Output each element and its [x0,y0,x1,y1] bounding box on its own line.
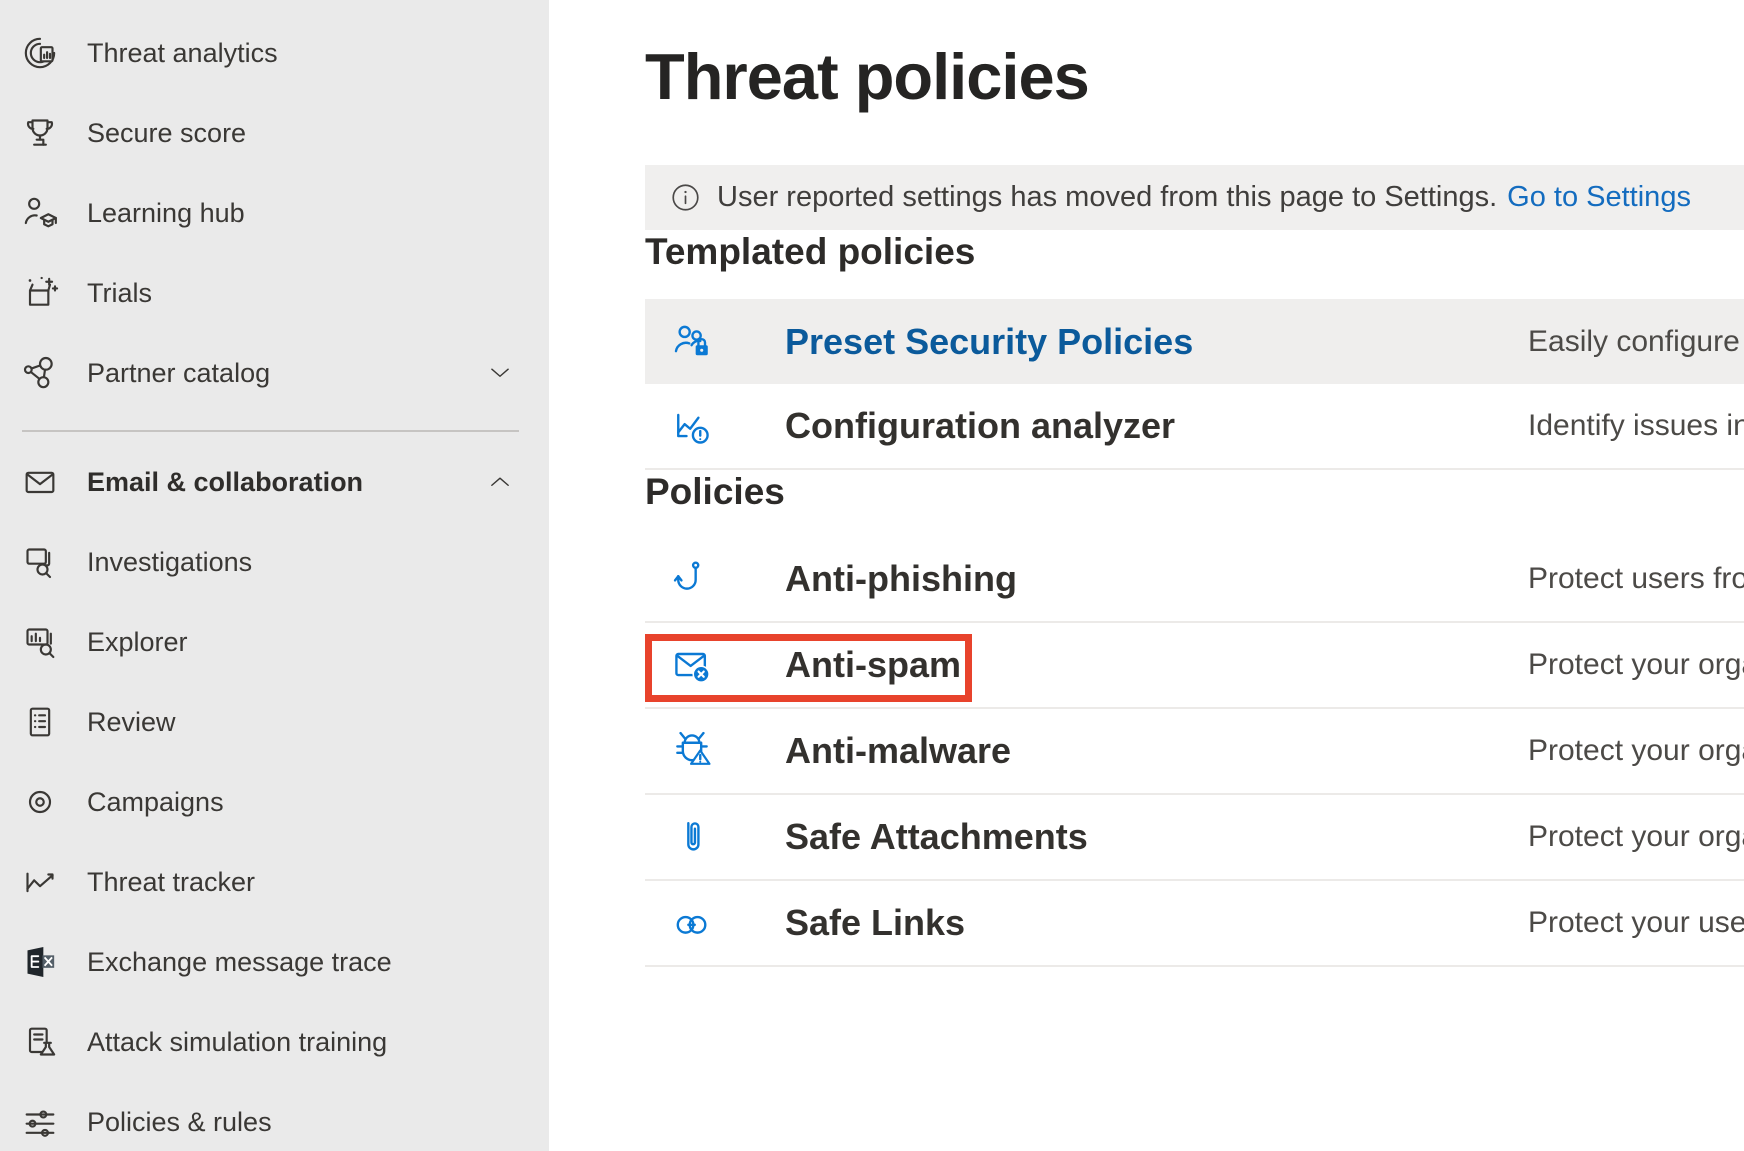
anti-phishing-link[interactable]: Anti-phishing [785,558,1017,600]
partner-catalog-icon [20,353,60,393]
sidebar-item-label: Review [87,707,176,738]
policies-list: Anti-phishing Protect users from p Anti-… [645,537,1744,967]
attack-simulation-icon [20,1022,60,1062]
sidebar-item-email-collaboration[interactable]: Email & collaboration [0,442,549,522]
safe-attachments-link[interactable]: Safe Attachments [785,816,1088,858]
threat-tracker-icon [20,862,60,902]
anti-malware-icon [670,729,714,773]
sidebar-item-explorer[interactable]: Explorer [0,602,549,682]
threat-analytics-icon [20,33,60,73]
row-anti-malware[interactable]: Anti-malware Protect your organiz [645,709,1744,795]
row-safe-attachments[interactable]: Safe Attachments Protect your organiz [645,795,1744,881]
sidebar-item-label: Threat analytics [87,38,278,69]
sidebar-item-label: Campaigns [87,787,224,818]
anti-malware-link[interactable]: Anti-malware [785,730,1011,772]
policies-heading: Policies [645,470,1744,514]
sidebar-item-label: Trials [87,278,152,309]
sidebar: Threat analytics Secure score Learning h… [0,0,549,1151]
row-anti-spam[interactable]: Anti-spam Protect your organiz [645,623,1744,709]
templated-policies-list: Preset Security Policies Easily configur… [645,299,1744,470]
email-icon [20,462,60,502]
sidebar-item-attack-simulation-training[interactable]: Attack simulation training [0,1002,549,1082]
sidebar-item-learning-hub[interactable]: Learning hub [0,173,549,253]
learning-hub-icon [20,193,60,233]
safe-links-icon [670,901,714,945]
investigations-icon [20,542,60,582]
sidebar-item-label: Secure score [87,118,246,149]
row-description: Protect your organiz [1528,734,1744,768]
sidebar-item-partner-catalog[interactable]: Partner catalog [0,333,549,413]
sidebar-item-secure-score[interactable]: Secure score [0,93,549,173]
row-safe-links[interactable]: Safe Links Protect your users fr [645,881,1744,967]
chevron-up-icon[interactable] [487,469,513,495]
banner-message: User reported settings has moved from th… [717,181,1497,214]
safe-links-link[interactable]: Safe Links [785,902,965,944]
trophy-icon [20,113,60,153]
info-banner: User reported settings has moved from th… [645,165,1744,230]
sidebar-item-label: Policies & rules [87,1107,272,1138]
sidebar-item-label: Partner catalog [87,358,270,389]
row-description: Identify issues in you [1528,409,1744,443]
templated-policies-heading: Templated policies [645,230,1744,274]
campaigns-icon [20,782,60,822]
row-description: Protect your organiz [1528,820,1744,854]
sidebar-item-label: Investigations [87,547,252,578]
anti-phishing-icon [670,557,714,601]
sidebar-item-label: Email & collaboration [87,467,363,498]
sidebar-item-exchange-message-trace[interactable]: Exchange message trace [0,922,549,1002]
row-description: Protect your organiz [1528,648,1744,682]
preset-security-policies-icon [670,320,714,364]
sidebar-item-label: Learning hub [87,198,245,229]
explorer-icon [20,622,60,662]
defender-portal: Threat analytics Secure score Learning h… [0,0,1744,1151]
configuration-analyzer-link[interactable]: Configuration analyzer [785,405,1175,447]
row-description: Protect your users fr [1528,906,1744,940]
info-icon [670,182,701,213]
main-content: Threat policies User reported settings h… [549,0,1744,1151]
sidebar-item-trials[interactable]: Trials [0,253,549,333]
configuration-analyzer-icon [670,404,714,448]
preset-security-policies-link[interactable]: Preset Security Policies [785,321,1193,363]
chevron-down-icon[interactable] [487,360,513,386]
sidebar-item-review[interactable]: Review [0,682,549,762]
row-preset-security-policies[interactable]: Preset Security Policies Easily configur… [645,299,1744,384]
sidebar-item-policies-rules[interactable]: Policies & rules [0,1082,549,1151]
sidebar-item-label: Exchange message trace [87,947,392,978]
sliders-icon [20,1102,60,1142]
paperclip-icon [670,815,714,859]
row-configuration-analyzer[interactable]: Configuration analyzer Identify issues i… [645,384,1744,470]
review-icon [20,702,60,742]
row-anti-phishing[interactable]: Anti-phishing Protect users from p [645,537,1744,623]
sidebar-item-label: Threat tracker [87,867,255,898]
sidebar-item-label: Attack simulation training [87,1027,387,1058]
sidebar-item-investigations[interactable]: Investigations [0,522,549,602]
sidebar-item-label: Explorer [87,627,188,658]
row-description: Easily configure prot [1528,325,1744,359]
page-title: Threat policies [645,0,1744,108]
sidebar-item-threat-tracker[interactable]: Threat tracker [0,842,549,922]
trials-icon [20,273,60,313]
sidebar-item-campaigns[interactable]: Campaigns [0,762,549,842]
anti-spam-icon [670,643,714,687]
sidebar-divider [22,430,519,432]
go-to-settings-link[interactable]: Go to Settings [1507,181,1691,214]
anti-spam-link[interactable]: Anti-spam [785,644,961,686]
exchange-logo-icon [20,942,60,982]
sidebar-item-threat-analytics[interactable]: Threat analytics [0,13,549,93]
row-description: Protect users from p [1528,562,1744,596]
